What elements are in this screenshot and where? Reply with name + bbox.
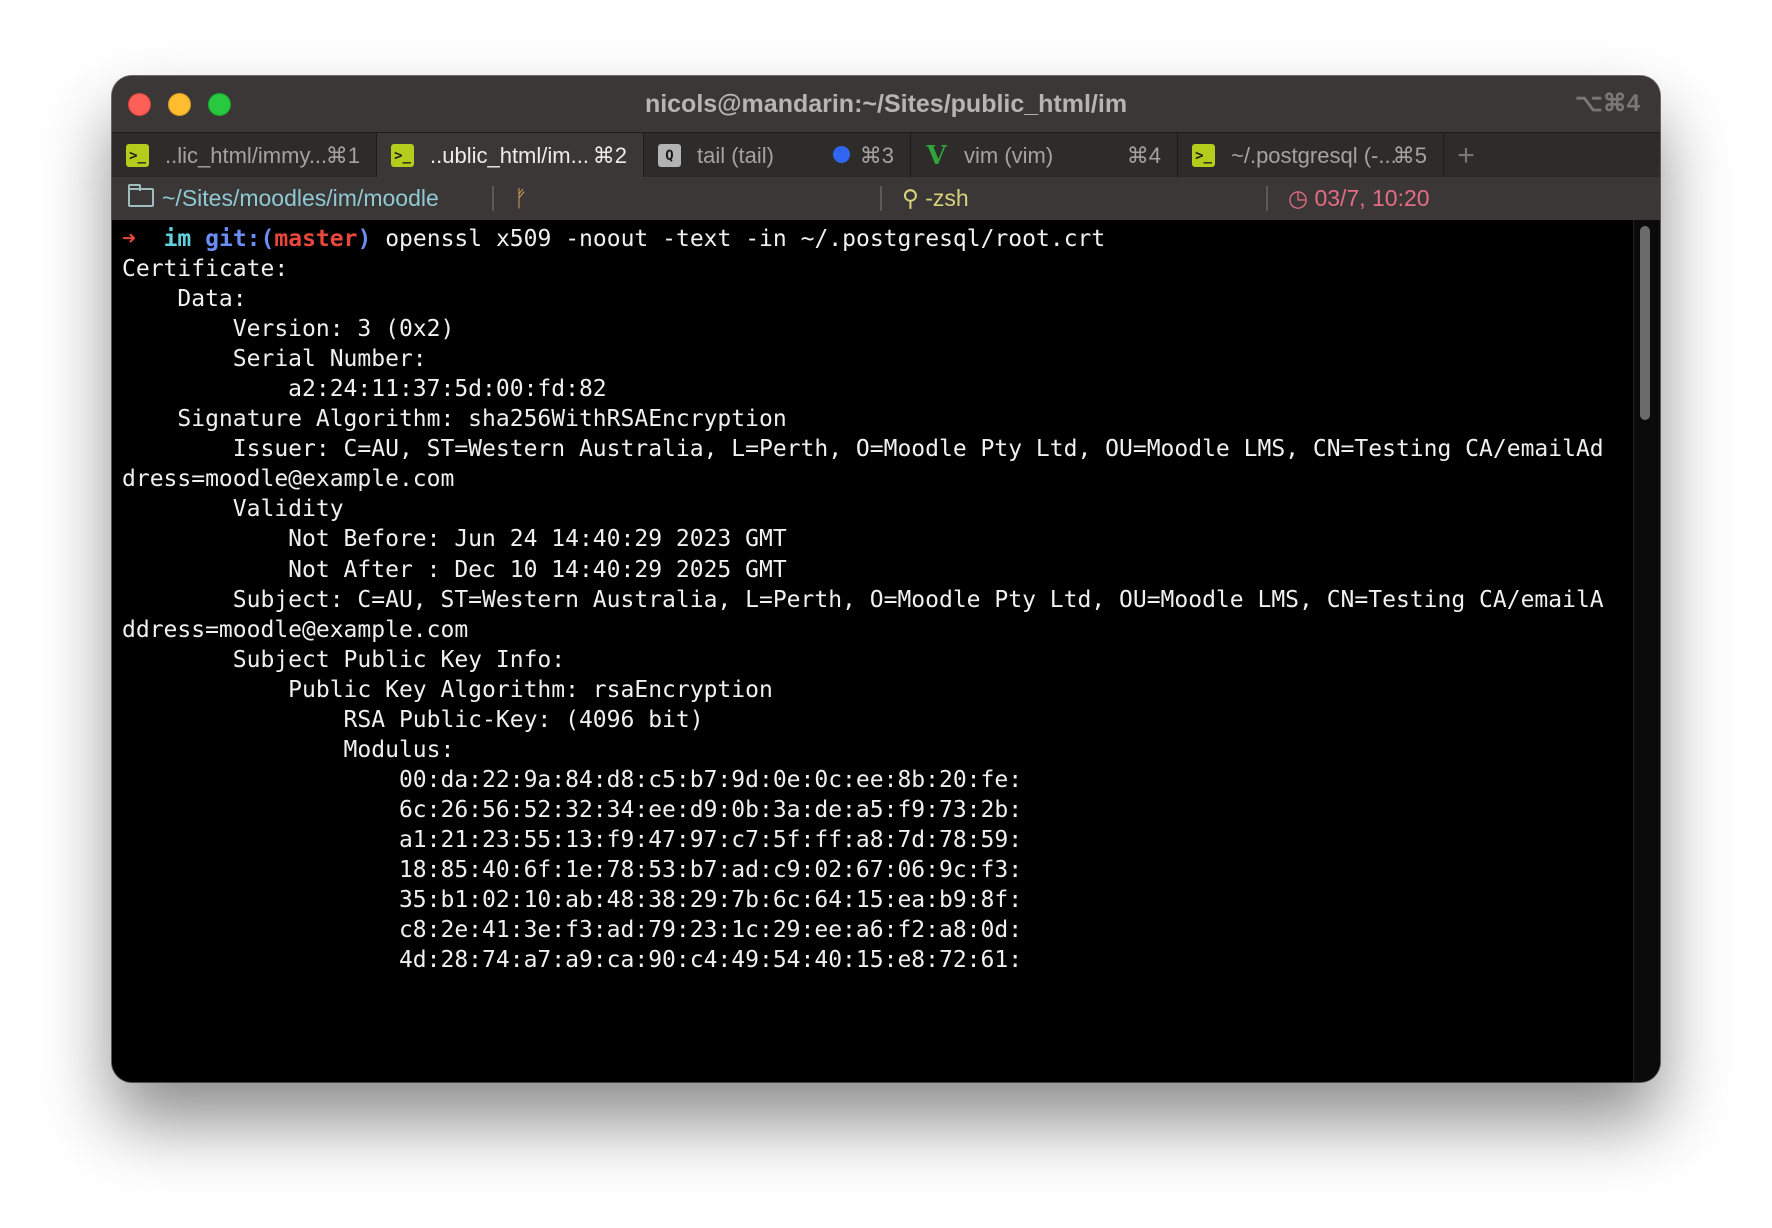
status-bar: ~/Sites/moodles/im/moodle ᚠ ⚲ -zsh ◷ 03/…: [112, 177, 1660, 220]
vim-icon: V: [926, 140, 947, 171]
status-datetime-text: 03/7, 10:20: [1314, 185, 1430, 211]
tab-label: ..ublic_html/im...: [430, 142, 589, 168]
output-line: Version: 3 (0x2): [122, 316, 455, 343]
terminal-icon: >_: [391, 144, 414, 167]
git-branch-icon: ᚠ: [514, 185, 528, 211]
output-line: a2:24:11:37:5d:00:fd:82: [122, 376, 607, 403]
terminal-icon: >_: [126, 144, 149, 167]
tab-shortcut: ⌘3: [832, 142, 894, 169]
prompt-branch: master: [274, 226, 358, 252]
output-line: ddress=moodle@example.com: [122, 616, 469, 643]
prompt-git-prefix: git:(: [205, 226, 275, 252]
tab-bar: >_ ..lic_html/immy... ⌘1 >_ ..ublic_html…: [112, 132, 1660, 178]
tab-shortcut: ⌘1: [325, 142, 360, 168]
tab-5[interactable]: >_ ~/.postgresql (-... ⌘5: [1178, 133, 1444, 178]
output-line: 4d:28:74:a7:a9:ca:90:c4:49:54:40:15:e8:7…: [122, 947, 1023, 974]
output-line: Subject: C=AU, ST=Western Australia, L=P…: [122, 586, 1604, 613]
window-title: nicols@mandarin:~/Sites/public_html/im: [644, 90, 1128, 118]
clock-icon: ◷: [1288, 185, 1315, 211]
prompt-dir: im: [163, 226, 192, 252]
tab-4[interactable]: V vim (vim) ⌘4: [911, 133, 1178, 178]
tab-label: tail (tail): [697, 142, 775, 168]
output-line: Public Key Algorithm: rsaEncryption: [122, 676, 773, 703]
status-datetime: ◷ 03/7, 10:20: [1288, 177, 1430, 220]
terminal-icon: >_: [1192, 144, 1215, 167]
output-line: Signature Algorithm: sha256WithRSAEncryp…: [122, 406, 787, 433]
tab-label: vim (vim): [964, 142, 1054, 168]
output-line: Not After : Dec 10 14:40:29 2025 GMT: [122, 556, 787, 583]
output-line: Modulus:: [122, 736, 455, 763]
tab-shortcut-key: ⌘3: [859, 142, 894, 168]
window-shortcut: ⌥⌘4: [1574, 90, 1640, 117]
output-line: RSA Public-Key: (4096 bit): [122, 706, 704, 733]
tab-shortcut: ⌘2: [592, 142, 627, 168]
prompt-command: openssl x509 -noout -text -in ~/.postgre…: [385, 226, 1106, 252]
output-line: Not Before: Jun 24 14:40:29 2023 GMT: [122, 526, 787, 553]
scroll-track[interactable]: [1633, 220, 1660, 1082]
folder-icon: [128, 184, 154, 207]
tab-2[interactable]: >_ ..ublic_html/im... ⌘2: [377, 133, 644, 178]
output-line: Validity: [122, 496, 344, 523]
status-shell-text: -zsh: [925, 185, 969, 211]
output-line: Data:: [122, 286, 247, 313]
prompt-git-suffix: ): [357, 226, 372, 252]
new-tab-button[interactable]: +: [1444, 133, 1488, 178]
tab-shortcut: ⌘4: [1126, 142, 1161, 168]
output-line: 35:b1:02:10:ab:48:38:29:7b:6c:64:15:ea:b…: [122, 887, 1023, 914]
prompt-line: ➜ im git:(master) openssl x509 -noout -t…: [122, 224, 1105, 254]
status-shell[interactable]: ⚲ -zsh: [902, 177, 969, 220]
output-line: 6c:26:56:52:32:34:ee:d9:0b:3a:de:a5:f9:7…: [122, 796, 1023, 823]
output-line: Issuer: C=AU, ST=Western Australia, L=Pe…: [122, 436, 1604, 463]
search-icon: Q: [658, 144, 681, 167]
output-line: c8:2e:41:3e:f3:ad:79:23:1c:29:ee:a6:f2:a…: [122, 917, 1023, 944]
status-divider: [492, 186, 494, 211]
activity-dot-icon: [832, 145, 850, 163]
process-icon: ⚲: [902, 185, 926, 211]
tab-3[interactable]: Q tail (tail) ⌘3: [644, 133, 911, 178]
output-line: 18:85:40:6f:1e:78:53:b7:ad:c9:02:67:06:9…: [122, 857, 1023, 883]
status-path-text: ~/Sites/moodles/im/moodle: [162, 185, 439, 211]
title-bar[interactable]: nicols@mandarin:~/Sites/public_html/im ⌥…: [112, 76, 1660, 132]
tab-label: ~/.postgresql (-...: [1231, 142, 1397, 168]
status-divider: [1266, 186, 1268, 211]
prompt-arrow-icon: ➜: [122, 226, 136, 252]
output-line: Serial Number:: [122, 346, 427, 373]
status-path[interactable]: ~/Sites/moodles/im/moodle: [128, 177, 439, 220]
terminal-window: nicols@mandarin:~/Sites/public_html/im ⌥…: [112, 76, 1660, 1082]
tab-1[interactable]: >_ ..lic_html/immy... ⌘1: [112, 133, 377, 178]
status-divider: [880, 186, 882, 211]
tab-label: ..lic_html/immy...: [165, 142, 328, 168]
output-line: Subject Public Key Info:: [122, 646, 566, 673]
terminal-output[interactable]: ➜ im git:(master) openssl x509 -noout -t…: [112, 220, 1660, 1082]
output-line: Certificate:: [122, 256, 289, 282]
scrollbar-thumb[interactable]: [1640, 226, 1650, 420]
output-line: 00:da:22:9a:84:d8:c5:b7:9d:0e:0c:ee:8b:2…: [122, 766, 1023, 793]
output-line: a1:21:23:55:13:f9:47:97:c7:5f:ff:a8:7d:7…: [122, 826, 1023, 853]
tab-shortcut: ⌘5: [1392, 142, 1427, 168]
output-line: dress=moodle@example.com: [122, 466, 455, 493]
